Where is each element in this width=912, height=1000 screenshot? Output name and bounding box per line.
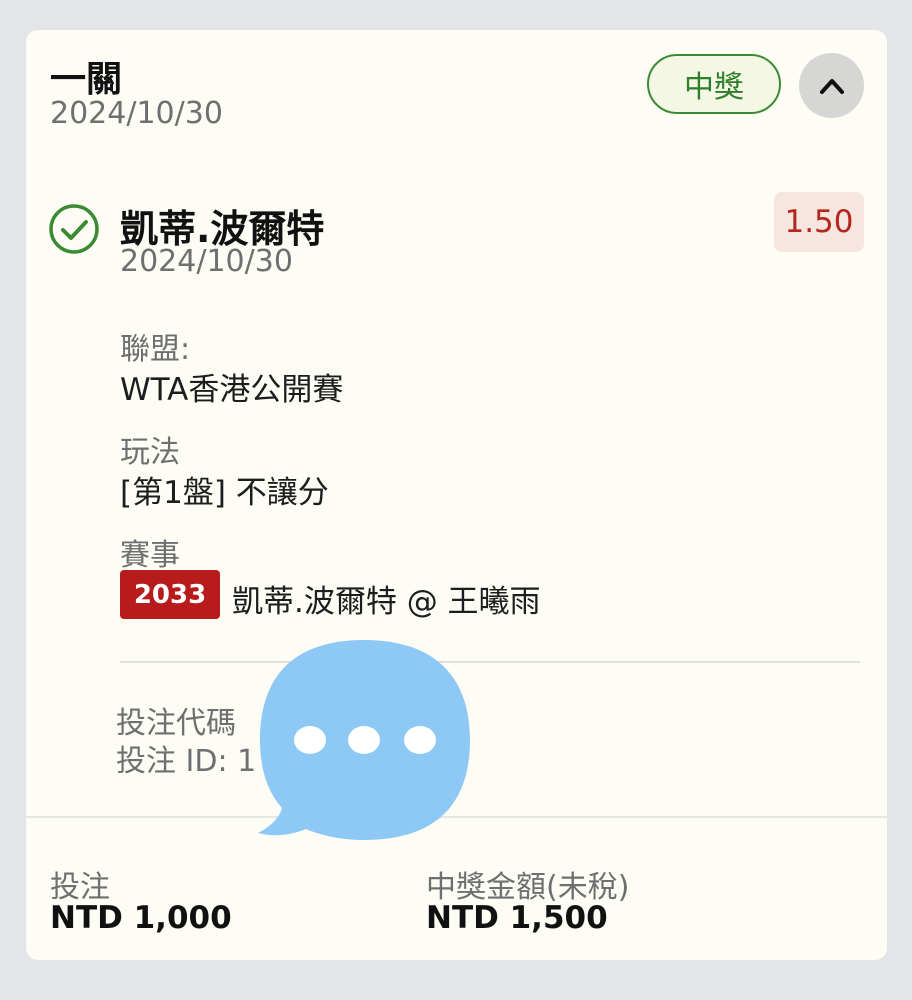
chevron-up-icon bbox=[819, 78, 844, 94]
league-value: WTA香港公開賽 bbox=[120, 372, 344, 408]
event-label: 賽事 bbox=[120, 538, 180, 573]
check-circle-icon bbox=[49, 204, 99, 254]
status-badge: 中獎 bbox=[647, 54, 781, 114]
league-label: 聯盟: bbox=[120, 332, 191, 367]
chat-bubble-ellipsis-icon bbox=[258, 640, 470, 840]
payout-value: NTD 1,500 bbox=[426, 900, 608, 936]
stake-value: NTD 1,000 bbox=[50, 900, 232, 936]
divider bbox=[120, 661, 860, 663]
collapse-button[interactable] bbox=[799, 53, 864, 118]
selection-date: 2024/10/30 bbox=[120, 244, 293, 279]
odds-badge: 1.50 bbox=[774, 192, 864, 252]
market-label: 玩法 bbox=[120, 435, 180, 470]
bet-date: 2024/10/30 bbox=[50, 96, 223, 131]
bet-type-title: 一關 bbox=[50, 59, 123, 100]
event-matchup: 凱蒂.波爾特 @ 王曦雨 bbox=[232, 584, 541, 620]
event-code-badge: 2033 bbox=[120, 570, 220, 619]
market-value: [第1盤] 不讓分 bbox=[120, 475, 329, 511]
bet-id-line: 投注 ID: 1 bbox=[116, 744, 257, 779]
